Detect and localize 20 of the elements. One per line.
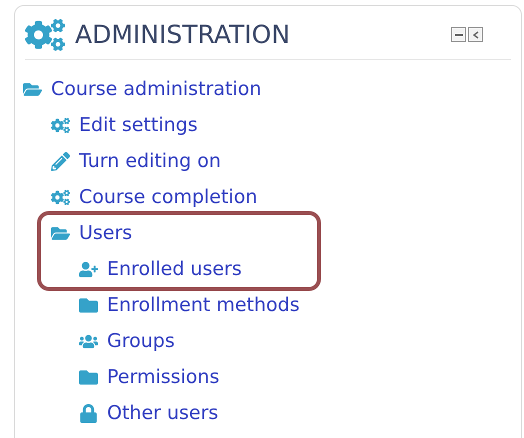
tree-link[interactable]: Enrolled users xyxy=(107,260,242,278)
tree-link[interactable]: Permissions xyxy=(107,368,220,386)
gears-icon xyxy=(51,188,70,206)
chevron-left-icon xyxy=(472,30,478,38)
tree-link[interactable]: Course completion xyxy=(79,188,258,206)
gears-icon xyxy=(25,18,65,52)
tree-link[interactable]: Edit settings xyxy=(79,116,198,134)
tree-link[interactable]: Course administration xyxy=(51,80,262,98)
tree-link[interactable]: Enrollment methods xyxy=(107,296,300,314)
pencil-icon xyxy=(51,152,70,170)
collapse-button[interactable] xyxy=(451,27,466,42)
tree-link[interactable]: Groups xyxy=(107,332,175,350)
tree-link[interactable]: Users xyxy=(79,224,132,242)
gears-icon xyxy=(51,116,70,134)
block-title: ADMINISTRATION xyxy=(75,18,290,51)
lock-icon xyxy=(79,404,98,422)
add-user-icon xyxy=(79,260,98,278)
dock-button[interactable] xyxy=(468,27,483,42)
tree-link[interactable]: Other users xyxy=(107,404,218,422)
tree-link[interactable]: Turn editing on xyxy=(79,152,221,170)
